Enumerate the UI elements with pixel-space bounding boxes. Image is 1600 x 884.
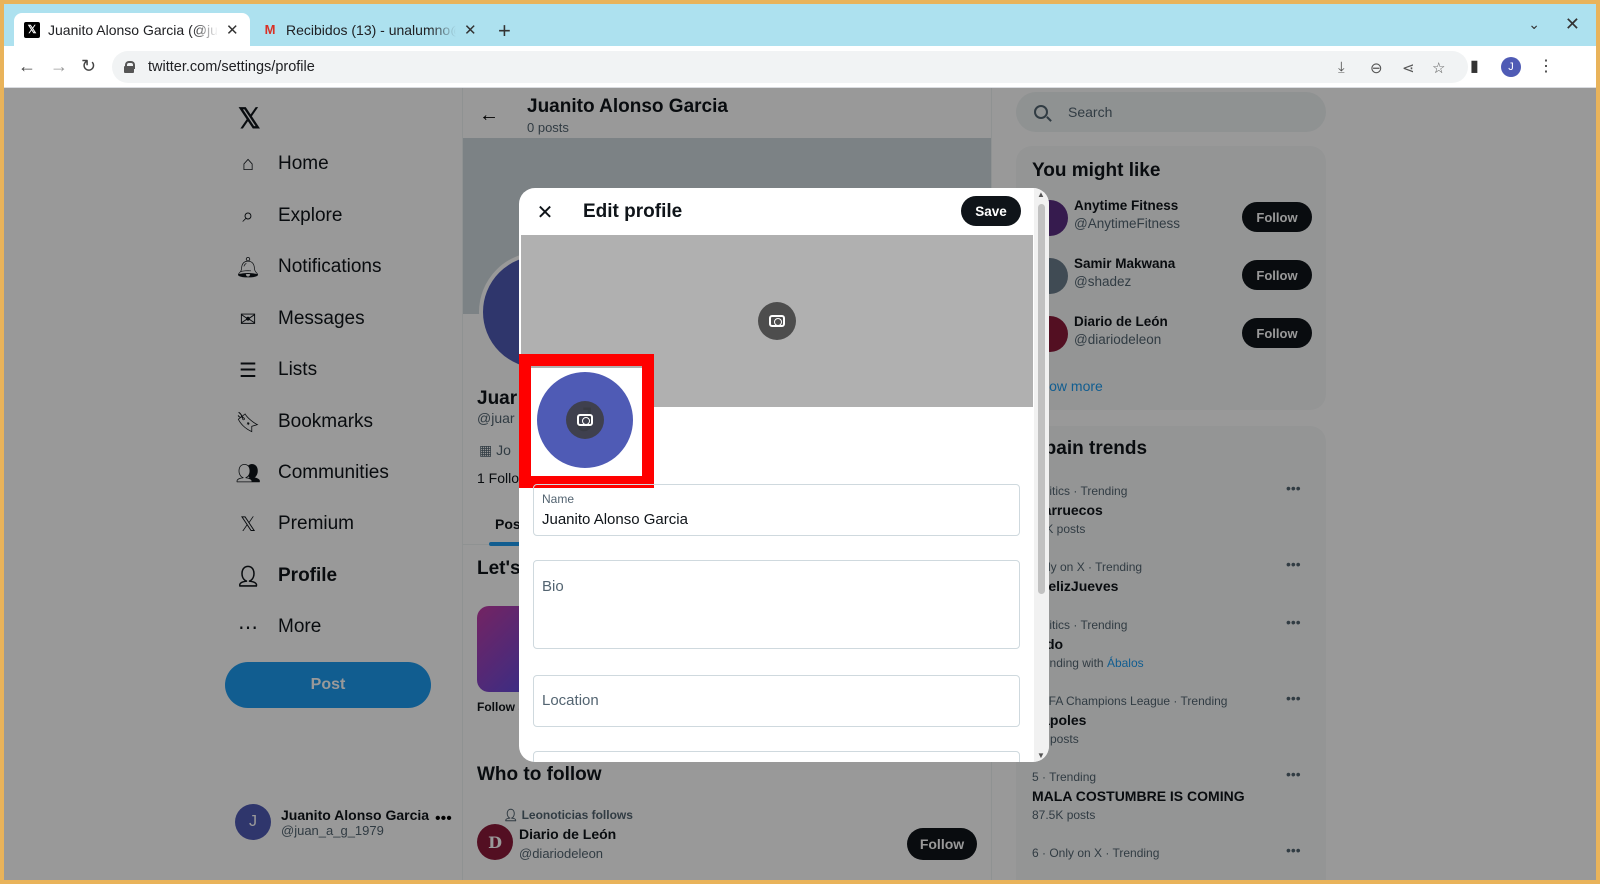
address-bar[interactable]: twitter.com/settings/profile ⤓ ⊖ ⋖ ☆ bbox=[112, 51, 1468, 83]
gmail-icon: M bbox=[264, 22, 276, 37]
new-tab-button[interactable]: + bbox=[498, 18, 511, 44]
x-logo-icon: 𝕏 bbox=[24, 21, 40, 38]
website-field[interactable] bbox=[533, 751, 1020, 762]
close-icon[interactable]: ✕ bbox=[533, 200, 557, 225]
name-value: Juanito Alonso Garcia bbox=[542, 511, 688, 528]
scroll-down-icon[interactable]: ▼ bbox=[1037, 751, 1045, 760]
tab-gmail[interactable]: M Recibidos (13) - unalumno@gmail.com ✕ bbox=[252, 13, 488, 46]
add-banner-photo-button[interactable] bbox=[758, 302, 796, 340]
browser-profile-avatar[interactable]: J bbox=[1501, 57, 1521, 77]
location-field[interactable]: Location bbox=[533, 675, 1020, 727]
twitter-page: 𝕏 ⌂ Home ⌕ Explore 🔔︎ Notifications ✉ Messag… bbox=[4, 88, 1596, 880]
dialog-scrollbar[interactable]: ▲ ▼ bbox=[1034, 188, 1049, 762]
camera-plus-icon bbox=[769, 315, 785, 327]
dialog-title: Edit profile bbox=[583, 201, 683, 222]
menu-kebab-icon[interactable]: ⋮ bbox=[1538, 56, 1554, 76]
edit-profile-dialog: ✕ Edit profile Save J Name Juanito Alons… bbox=[519, 188, 1049, 762]
close-tab-icon[interactable]: ✕ bbox=[464, 21, 477, 39]
tab-title: Recibidos (13) - unalumno@gmail.com bbox=[286, 21, 456, 38]
browser-window: 𝕏 Juanito Alonso Garcia (@juan_a_g_1979)… bbox=[4, 4, 1596, 880]
share-icon[interactable]: ⋖ bbox=[1402, 59, 1415, 77]
highlight-box bbox=[519, 354, 654, 488]
side-panel-icon[interactable]: ▮ bbox=[1470, 56, 1479, 76]
back-arrow-icon[interactable]: ← bbox=[18, 56, 36, 77]
location-label: Location bbox=[542, 692, 599, 709]
forward-arrow-icon[interactable]: → bbox=[50, 56, 68, 77]
save-button[interactable]: Save bbox=[961, 196, 1021, 226]
scrollbar-thumb[interactable] bbox=[1038, 204, 1045, 594]
tab-strip: 𝕏 Juanito Alonso Garcia (@juan_a_g_1979)… bbox=[4, 4, 1596, 46]
browser-toolbar: ← → ↻ twitter.com/settings/profile ⤓ ⊖ ⋖… bbox=[4, 46, 1596, 88]
bookmark-star-icon[interactable]: ☆ bbox=[1432, 59, 1445, 77]
tab-search-icon[interactable]: ⌄ bbox=[1528, 16, 1540, 33]
reload-icon[interactable]: ↻ bbox=[81, 56, 96, 77]
tab-title: Juanito Alonso Garcia (@juan_a_g_1979) /… bbox=[48, 21, 218, 38]
name-label: Name bbox=[542, 492, 575, 506]
url-text: twitter.com/settings/profile bbox=[148, 59, 315, 75]
close-tab-icon[interactable]: ✕ bbox=[226, 21, 239, 39]
name-field[interactable]: Name Juanito Alonso Garcia bbox=[533, 484, 1020, 536]
zoom-icon[interactable]: ⊖ bbox=[1370, 59, 1383, 77]
bio-label: Bio bbox=[542, 578, 564, 595]
tab-x-profile[interactable]: 𝕏 Juanito Alonso Garcia (@juan_a_g_1979)… bbox=[14, 13, 250, 46]
install-icon[interactable]: ⤓ bbox=[1338, 59, 1345, 76]
scroll-up-icon[interactable]: ▲ bbox=[1037, 190, 1045, 199]
window-close-icon[interactable]: ✕ bbox=[1565, 14, 1580, 35]
bio-field[interactable]: Bio bbox=[533, 560, 1020, 649]
lock-icon[interactable] bbox=[124, 61, 135, 73]
